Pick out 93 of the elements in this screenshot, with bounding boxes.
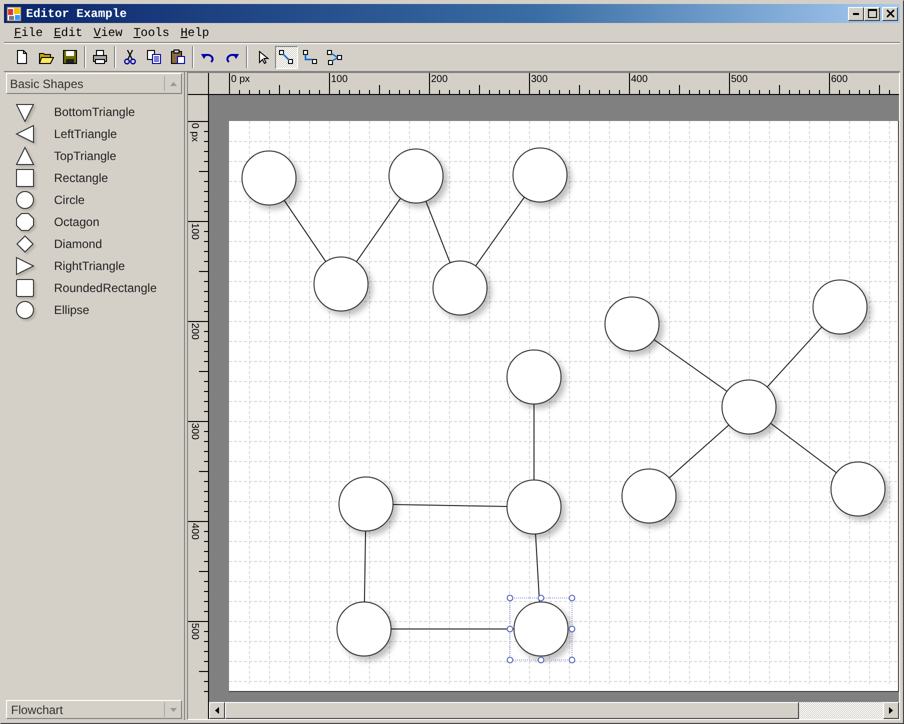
- circle-node[interactable]: [514, 602, 568, 656]
- menu-item[interactable]: View: [88, 26, 128, 40]
- panel-header[interactable]: Basic Shapes: [6, 73, 182, 94]
- ruler-label: 300: [531, 74, 548, 85]
- scroll-left-button[interactable]: [209, 702, 225, 719]
- circle-node[interactable]: [242, 150, 296, 206]
- menu-item[interactable]: Edit: [48, 26, 88, 40]
- ruler-label: 100: [189, 223, 200, 240]
- circle-icon: [15, 190, 35, 210]
- shape-list-item[interactable]: RightTriangle: [4, 255, 184, 277]
- ruler-label: 200: [189, 323, 200, 340]
- panel-selector[interactable]: Flowchart: [6, 700, 182, 719]
- circle-node[interactable]: [512, 148, 568, 202]
- shape-list-item[interactable]: Circle: [4, 189, 184, 211]
- right-arrow-icon: [889, 707, 893, 714]
- document-icon: [14, 49, 30, 65]
- panel-selector-label: Flowchart: [11, 702, 64, 716]
- shape-list-item[interactable]: BottomTriangle: [4, 101, 184, 123]
- clipboard-icon: [170, 49, 186, 65]
- ruler-label: 200: [431, 74, 448, 85]
- shape-list-item[interactable]: Octagon: [4, 211, 184, 233]
- shape-list-item[interactable]: Ellipse: [4, 299, 184, 321]
- minimize-icon: [853, 12, 859, 14]
- ruler-label: 600: [831, 74, 848, 85]
- scroll-thumb[interactable]: [225, 702, 799, 719]
- app-icon: [6, 6, 22, 22]
- ruler-label: 300: [189, 423, 200, 440]
- left-triangle-icon: [15, 124, 35, 144]
- polyline-connector-icon: [326, 49, 342, 65]
- menu-item[interactable]: File: [8, 26, 48, 40]
- connector-line[interactable]: [425, 200, 451, 264]
- window-title: Editor Example: [26, 6, 128, 20]
- panel-title: Basic Shapes: [10, 76, 84, 90]
- connector-line[interactable]: [770, 422, 837, 474]
- shape-list-item[interactable]: RoundedRectangle: [4, 277, 184, 299]
- scroll-right-button[interactable]: [883, 702, 899, 719]
- top-triangle-icon: [15, 146, 35, 166]
- copy-icon: [146, 49, 162, 65]
- circle-node[interactable]: [338, 476, 394, 532]
- circle-node[interactable]: [622, 468, 676, 524]
- rounded-rectangle-icon: [15, 278, 35, 298]
- ruler-label: 100: [331, 74, 348, 85]
- connector-line[interactable]: [766, 326, 822, 388]
- scissors-icon: [122, 49, 138, 65]
- orthogonal-connector-icon: [302, 49, 318, 65]
- collapse-caret-icon: [170, 82, 176, 86]
- circle-node[interactable]: [314, 256, 368, 312]
- ruler-label: 500: [731, 74, 748, 85]
- circle-node[interactable]: [812, 280, 868, 334]
- ellipse-icon: [15, 300, 35, 320]
- circle-node[interactable]: [506, 350, 562, 404]
- ruler-label: 400: [189, 523, 200, 540]
- close-icon: [886, 9, 894, 18]
- circle-node[interactable]: [830, 462, 886, 516]
- ruler-label: 0 px: [231, 74, 250, 85]
- diamond-icon: [15, 234, 35, 254]
- printer-icon: [92, 49, 108, 65]
- selection-frame[interactable]: [506, 594, 576, 664]
- connector-tool-button[interactable]: [274, 46, 298, 68]
- menu-item[interactable]: Help: [174, 26, 214, 40]
- left-arrow-icon: [215, 707, 219, 714]
- shape-list-item[interactable]: Rectangle: [4, 167, 184, 189]
- circle-node[interactable]: [432, 260, 488, 316]
- close-button[interactable]: [882, 6, 898, 20]
- menu-item[interactable]: Tools: [127, 26, 174, 40]
- maximize-icon: [868, 9, 876, 18]
- connector-line[interactable]: [475, 196, 525, 266]
- straight-connector-icon: [278, 49, 294, 65]
- shape-list-item[interactable]: LeftTriangle: [4, 123, 184, 145]
- bottom-triangle-icon: [15, 102, 35, 122]
- connector-line[interactable]: [668, 424, 730, 479]
- shape-list-item[interactable]: TopTriangle: [4, 145, 184, 167]
- octagon-icon: [15, 212, 35, 232]
- rectangle-icon: [15, 168, 35, 188]
- ruler-label: 500: [189, 623, 200, 640]
- connector-line[interactable]: [356, 198, 402, 262]
- circle-node[interactable]: [722, 380, 776, 434]
- ruler-label: 0 px: [189, 123, 200, 142]
- circle-node[interactable]: [506, 480, 562, 534]
- shape-list-item[interactable]: Diamond: [4, 233, 184, 255]
- circle-node[interactable]: [336, 602, 392, 656]
- connector-line[interactable]: [284, 200, 326, 262]
- right-triangle-icon: [15, 256, 35, 276]
- circle-node[interactable]: [604, 296, 660, 352]
- connector-line[interactable]: [364, 530, 366, 602]
- connector-line[interactable]: [390, 628, 514, 630]
- connector-line[interactable]: [392, 504, 508, 508]
- minimize-button[interactable]: [848, 6, 864, 20]
- dropdown-caret-icon: [170, 708, 176, 712]
- connector-line[interactable]: [535, 533, 540, 603]
- ruler-label: 400: [631, 74, 648, 85]
- maximize-button[interactable]: [864, 6, 880, 20]
- circle-node[interactable]: [388, 148, 444, 204]
